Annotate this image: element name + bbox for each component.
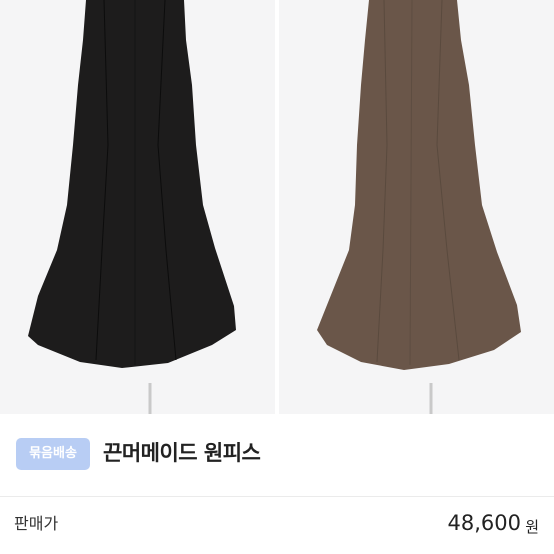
black-dress-image [0,0,275,414]
product-info: 묶음배송 끈머메이드 원피스 [0,414,554,496]
brown-dress-image [279,0,554,414]
product-title: 끈머메이드 원피스 [103,441,261,465]
price-label: 판매가 [14,514,59,533]
product-photo-brown[interactable] [279,0,554,414]
price-value: 48,600 [447,511,521,535]
bundle-shipping-badge: 묶음배송 [16,438,90,470]
price-row: 판매가 48,600 원 [0,497,554,554]
product-photo-black[interactable] [0,0,275,414]
product-image-gallery[interactable] [0,0,554,414]
price-currency: 원 [525,518,539,536]
